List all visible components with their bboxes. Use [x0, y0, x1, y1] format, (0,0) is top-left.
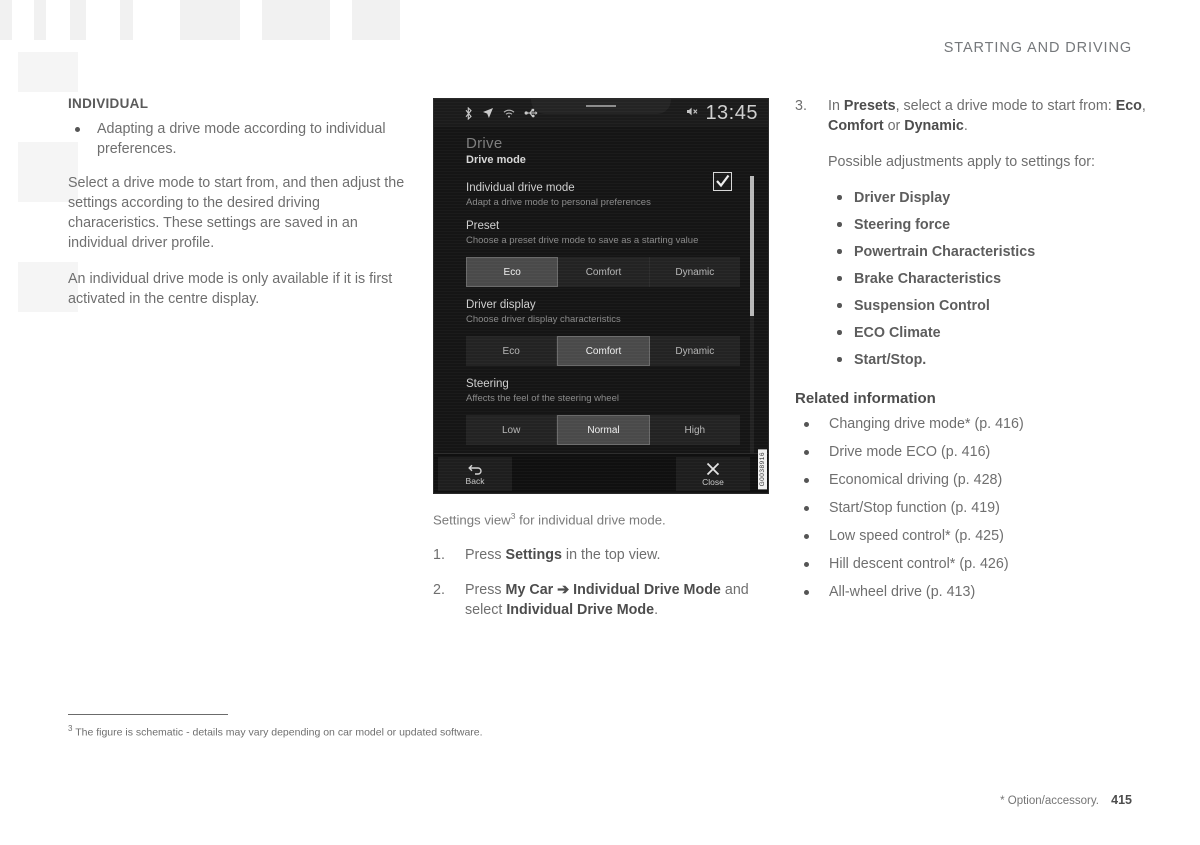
list-item: Suspension Control [828, 296, 1165, 316]
setting-description: Affects the feel of the steering wheel [466, 393, 619, 404]
back-arrow-icon [467, 464, 482, 475]
close-button-label: Close [702, 476, 724, 487]
scan-artifact-top [0, 0, 470, 40]
setting-description: Adapt a drive mode to personal preferenc… [466, 197, 651, 208]
navigation-arrow-icon [482, 107, 494, 119]
setting-row-individual-drive-mode[interactable]: Individual drive mode Adapt a drive mode… [466, 170, 768, 208]
individual-drive-mode-checkbox[interactable] [713, 172, 732, 191]
infotainment-screenshot: 13:45 Drive Drive mode Individual drive … [433, 98, 769, 494]
driver-display-segmented-control[interactable]: Eco Comfort Dynamic [466, 336, 740, 366]
close-icon [706, 462, 720, 475]
footnote-rule [68, 714, 228, 716]
caption-text-before: Settings view [433, 512, 511, 528]
caption-text-after: for individual drive mode. [515, 512, 666, 528]
related-link-start-stop-function[interactable]: Start/Stop function (p. 419) [795, 498, 1165, 518]
individual-bullet-list: Adapting a drive mode according to indiv… [68, 119, 408, 159]
step-text: In Presets, select a drive mode to start… [828, 98, 1146, 134]
footnote-marker: 3 [68, 724, 73, 734]
list-item: Adapting a drive mode according to indiv… [68, 119, 408, 159]
page-chapter-header: STARTING AND DRIVING [943, 40, 1132, 56]
procedure-steps: 1. Press Settings in the top view. 2. Pr… [433, 545, 769, 620]
related-link-changing-drive-mode[interactable]: Changing drive mode* (p. 416) [795, 414, 1165, 434]
step-item-2: 2. Press My Car ➔ Individual Drive Mode … [433, 580, 769, 620]
status-right-group: 13:45 [686, 99, 758, 127]
footnote-block: 3 The figure is schematic - details may … [68, 714, 538, 739]
steering-segmented-control[interactable]: Low Normal High [466, 415, 740, 445]
screen-header: Drive Drive mode [434, 127, 768, 170]
bluetooth-icon [464, 106, 473, 120]
list-item: Powertrain Characteristics [828, 242, 1165, 262]
footnote-text: 3 The figure is schematic - details may … [68, 724, 538, 739]
related-link-low-speed-control[interactable]: Low speed control* (p. 425) [795, 526, 1165, 546]
setting-row-preset[interactable]: Preset Choose a preset drive mode to sav… [466, 208, 768, 287]
list-item: Start/Stop. [828, 350, 1165, 370]
screen-subtitle: Drive mode [466, 154, 526, 166]
steering-option-normal[interactable]: Normal [557, 415, 650, 445]
middle-column: 13:45 Drive Drive mode Individual drive … [433, 98, 769, 635]
steering-option-low[interactable]: Low [466, 415, 558, 445]
step-item-1: 1. Press Settings in the top view. [433, 545, 769, 565]
related-link-economical-driving[interactable]: Economical driving (p. 428) [795, 470, 1165, 490]
right-column: 3. In Presets, select a drive mode to st… [795, 96, 1165, 616]
step-number: 1. [433, 547, 445, 564]
status-icon-group [464, 106, 538, 120]
setting-row-steering[interactable]: Steering Affects the feel of the steerin… [466, 366, 768, 445]
back-button[interactable]: Back [438, 457, 512, 491]
step-item-3: 3. In Presets, select a drive mode to st… [795, 96, 1165, 136]
adjustments-intro: Possible adjustments apply to settings f… [828, 154, 1096, 170]
paragraph-availability: An individual drive mode is only availab… [68, 271, 393, 307]
figure-caption: Settings view3 for individual drive mode… [433, 507, 769, 529]
related-link-all-wheel-drive[interactable]: All-wheel drive (p. 413) [795, 582, 1165, 602]
setting-description: Choose driver display characteristics [466, 314, 621, 325]
screen-title: Drive [466, 135, 503, 152]
screen-bottom-bar: Back Close G0038916 [434, 448, 768, 493]
setting-title: Driver display [466, 299, 536, 311]
notch-line [586, 105, 616, 107]
status-notch [531, 99, 671, 114]
wifi-icon [503, 109, 515, 118]
driver-display-option-eco[interactable]: Eco [466, 336, 558, 366]
list-item: ECO Climate [828, 323, 1165, 343]
setting-title: Preset [466, 220, 500, 232]
related-link-hill-descent-control[interactable]: Hill descent control* (p. 426) [795, 554, 1165, 574]
paragraph-select-drive-mode: Select a drive mode to start from, and t… [68, 175, 405, 251]
list-item: Brake Characteristics [828, 269, 1165, 289]
volume-mute-icon [686, 104, 699, 122]
related-information-heading: Related information [795, 390, 936, 407]
setting-row-driver-display[interactable]: Driver display Choose driver display cha… [466, 287, 768, 366]
figure-id-label: G0038916 [758, 448, 767, 489]
option-accessory-note: * Option/accessory. [1000, 795, 1099, 807]
page-number: 415 [1111, 793, 1132, 807]
close-button[interactable]: Close [676, 457, 750, 491]
list-item: Steering force [828, 215, 1165, 235]
page-footer: * Option/accessory. 415 [1000, 793, 1132, 807]
page-title: INDIVIDUAL [68, 96, 149, 111]
setting-title: Steering [466, 378, 509, 390]
screen-status-bar: 13:45 [434, 99, 768, 127]
footnote-body: The figure is schematic - details may va… [75, 726, 483, 739]
driver-display-option-comfort[interactable]: Comfort [557, 336, 650, 366]
screen-clock: 13:45 [705, 101, 758, 124]
related-information-list: Changing drive mode* (p. 416) Drive mode… [795, 414, 1165, 602]
adjustments-list: Driver Display Steering force Powertrain… [828, 188, 1165, 370]
preset-segmented-control[interactable]: Eco Comfort Dynamic [466, 257, 740, 287]
back-button-label: Back [465, 475, 485, 486]
left-column: INDIVIDUAL Adapting a drive mode accordi… [68, 96, 408, 309]
step-text: Press Settings in the top view. [465, 547, 661, 564]
list-item: Driver Display [828, 188, 1165, 208]
preset-option-eco[interactable]: Eco [466, 257, 559, 287]
step-text: Press My Car ➔ Individual Drive Mode and… [465, 582, 749, 619]
step-number: 3. [795, 98, 807, 114]
step-number: 2. [433, 582, 445, 599]
driver-display-option-dynamic[interactable]: Dynamic [650, 336, 740, 366]
related-link-drive-mode-eco[interactable]: Drive mode ECO (p. 416) [795, 442, 1165, 462]
preset-option-comfort[interactable]: Comfort [558, 257, 650, 287]
setting-description: Choose a preset drive mode to save as a … [466, 235, 699, 246]
steering-option-high[interactable]: High [650, 415, 740, 445]
preset-option-dynamic[interactable]: Dynamic [650, 257, 740, 287]
screen-settings-list[interactable]: Individual drive mode Adapt a drive mode… [434, 170, 768, 488]
